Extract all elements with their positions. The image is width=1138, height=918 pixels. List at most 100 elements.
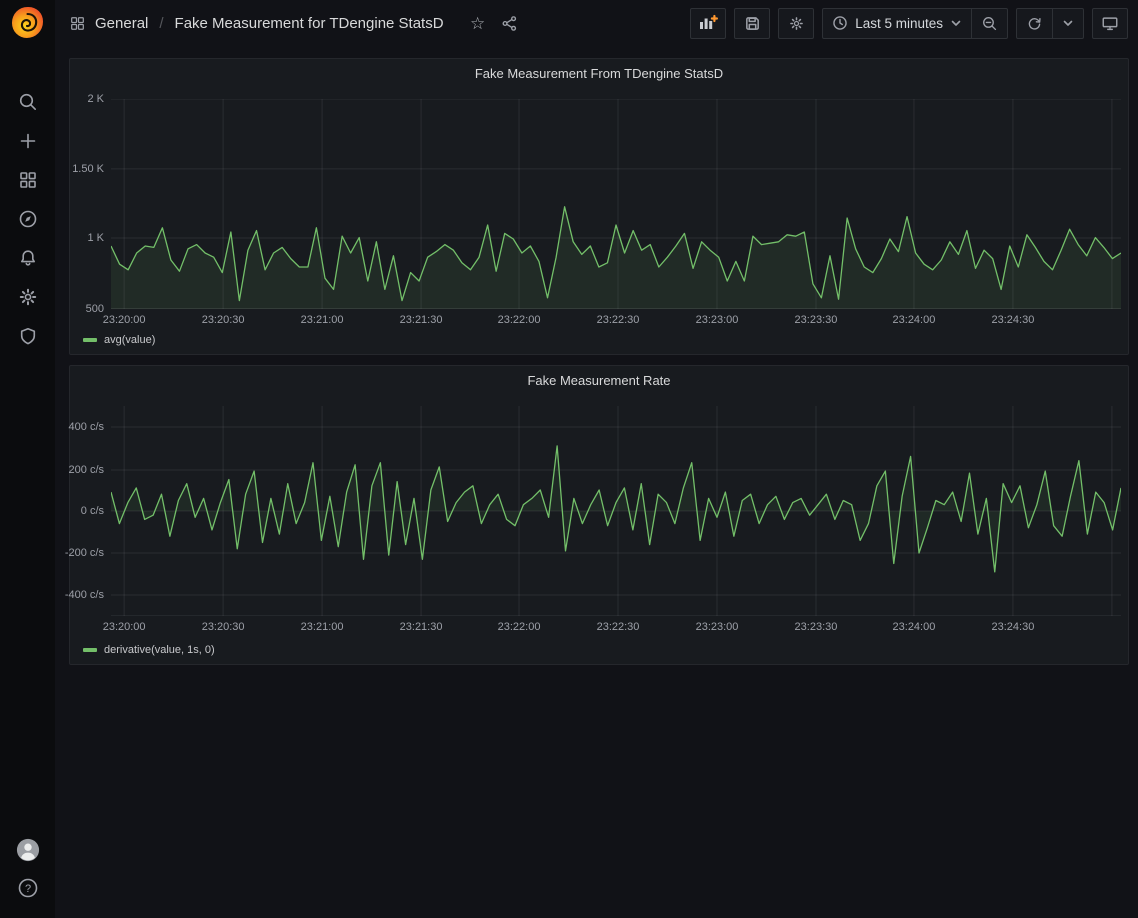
panel-title[interactable]: Fake Measurement From TDengine StatsD <box>70 59 1128 81</box>
legend-series-swatch <box>83 648 97 652</box>
search-icon <box>17 91 39 113</box>
sidebar-bottom: ? <box>0 838 55 900</box>
sidebar-item-explore[interactable] <box>16 207 40 231</box>
refresh-icon <box>1026 15 1043 32</box>
y-tick-label: 1 K <box>87 232 104 244</box>
share-icon <box>501 15 518 32</box>
zoom-out-time-button[interactable] <box>971 9 1007 38</box>
x-tick-label: 23:24:00 <box>893 314 936 326</box>
x-axis-labels: 23:20:0023:20:3023:21:0023:21:3023:22:00… <box>111 314 1121 327</box>
svg-text:?: ? <box>24 883 30 895</box>
chevron-down-icon <box>1062 17 1074 29</box>
legend-series-label: avg(value) <box>104 334 155 346</box>
x-tick-label: 23:24:00 <box>893 621 936 633</box>
topbar: General / Fake Measurement for TDengine … <box>55 0 1138 46</box>
sidebar: ? <box>0 0 55 918</box>
cycle-view-mode-button[interactable] <box>1092 8 1128 39</box>
refresh-interval-dropdown[interactable] <box>1052 9 1083 38</box>
timeseries-plot: 2 K1.50 K1 K500 23:20:0023:20:3023:21:00… <box>111 99 1121 309</box>
gear-icon <box>17 286 39 308</box>
chevron-down-icon <box>950 17 962 29</box>
dashboard-apps-icon <box>69 15 86 32</box>
sidebar-item-configuration[interactable] <box>16 285 40 309</box>
y-tick-label: -200 c/s <box>65 547 104 559</box>
x-tick-label: 23:24:30 <box>992 621 1035 633</box>
y-tick-label: -400 c/s <box>65 589 104 601</box>
dashboard-toolbar: Last 5 minutes <box>690 8 1128 39</box>
x-tick-label: 23:22:00 <box>498 621 541 633</box>
breadcrumb-separator: / <box>157 15 165 32</box>
help-icon: ? <box>16 876 40 900</box>
x-tick-label: 23:21:30 <box>400 314 443 326</box>
dashboard-canvas: Fake Measurement From TDengine StatsD 2 … <box>69 58 1129 665</box>
sidebar-nav <box>0 90 55 348</box>
x-tick-label: 23:20:00 <box>103 314 146 326</box>
x-tick-label: 23:22:00 <box>498 314 541 326</box>
bell-icon <box>17 247 39 269</box>
time-range-group: Last 5 minutes <box>822 8 1008 39</box>
x-tick-label: 23:21:00 <box>301 314 344 326</box>
page-title: Fake Measurement for TDengine StatsD <box>175 15 444 32</box>
sidebar-item-search[interactable] <box>16 90 40 114</box>
save-icon <box>744 15 761 32</box>
breadcrumb-actions: ☆ <box>465 10 523 36</box>
legend-series-label: derivative(value, 1s, 0) <box>104 644 215 656</box>
star-icon: ☆ <box>470 15 485 32</box>
x-tick-label: 23:23:30 <box>795 621 838 633</box>
grafana-logo-swirl <box>12 7 43 38</box>
sidebar-item-create[interactable] <box>16 129 40 153</box>
save-dashboard-button[interactable] <box>734 8 770 39</box>
refresh-button[interactable] <box>1017 9 1052 38</box>
y-tick-label: 2 K <box>87 93 104 105</box>
time-range-label: Last 5 minutes <box>855 16 943 31</box>
time-range-picker[interactable]: Last 5 minutes <box>823 9 971 38</box>
legend-item[interactable]: derivative(value, 1s, 0) <box>83 644 215 656</box>
share-button[interactable] <box>497 10 523 36</box>
shield-icon <box>17 325 39 347</box>
panel-fake-measurement: Fake Measurement From TDengine StatsD 2 … <box>69 58 1129 355</box>
clock-icon <box>832 15 848 31</box>
sidebar-item-help[interactable]: ? <box>16 876 40 900</box>
x-tick-label: 23:22:30 <box>597 621 640 633</box>
breadcrumb-dashboards-link[interactable]: General <box>95 15 148 32</box>
timeseries-plot: 400 c/s200 c/s0 c/s-200 c/s-400 c/s 23:2… <box>111 406 1121 616</box>
sidebar-item-server-admin[interactable] <box>16 324 40 348</box>
y-tick-label: 500 <box>86 303 104 315</box>
tv-monitor-icon <box>1101 15 1119 32</box>
y-tick-label: 1.50 K <box>72 163 104 175</box>
grafana-logo[interactable] <box>12 7 43 38</box>
avatar-icon <box>16 837 40 863</box>
add-panel-icon <box>698 14 718 32</box>
add-panel-button[interactable] <box>690 8 726 39</box>
x-tick-label: 23:23:30 <box>795 314 838 326</box>
x-axis-labels: 23:20:0023:20:3023:21:0023:21:3023:22:00… <box>111 621 1121 634</box>
refresh-group <box>1016 8 1084 39</box>
y-tick-label: 0 c/s <box>81 505 104 517</box>
favorite-star-button[interactable]: ☆ <box>465 10 491 36</box>
plus-icon <box>17 130 39 152</box>
x-tick-label: 23:20:30 <box>202 314 245 326</box>
y-tick-label: 400 c/s <box>69 421 104 433</box>
timeseries-chart[interactable] <box>111 406 1121 616</box>
y-tick-label: 200 c/s <box>69 464 104 476</box>
x-tick-label: 23:21:30 <box>400 621 443 633</box>
dashboards-grid-icon <box>17 169 39 191</box>
x-tick-label: 23:22:30 <box>597 314 640 326</box>
gear-icon <box>788 15 805 32</box>
panel-fake-measurement-rate: Fake Measurement Rate 400 c/s200 c/s0 c/… <box>69 365 1129 665</box>
x-tick-label: 23:20:00 <box>103 621 146 633</box>
dashboard-settings-button[interactable] <box>778 8 814 39</box>
x-tick-label: 23:24:30 <box>992 314 1035 326</box>
sidebar-item-alerting[interactable] <box>16 246 40 270</box>
x-tick-label: 23:20:30 <box>202 621 245 633</box>
sidebar-item-dashboards[interactable] <box>16 168 40 192</box>
legend-series-swatch <box>83 338 97 342</box>
compass-icon <box>17 208 39 230</box>
legend-item[interactable]: avg(value) <box>83 334 155 346</box>
zoom-out-icon <box>981 15 998 32</box>
timeseries-chart[interactable] <box>111 99 1121 309</box>
x-tick-label: 23:23:00 <box>696 621 739 633</box>
user-avatar[interactable] <box>16 838 40 862</box>
panel-title[interactable]: Fake Measurement Rate <box>70 366 1128 388</box>
x-tick-label: 23:23:00 <box>696 314 739 326</box>
